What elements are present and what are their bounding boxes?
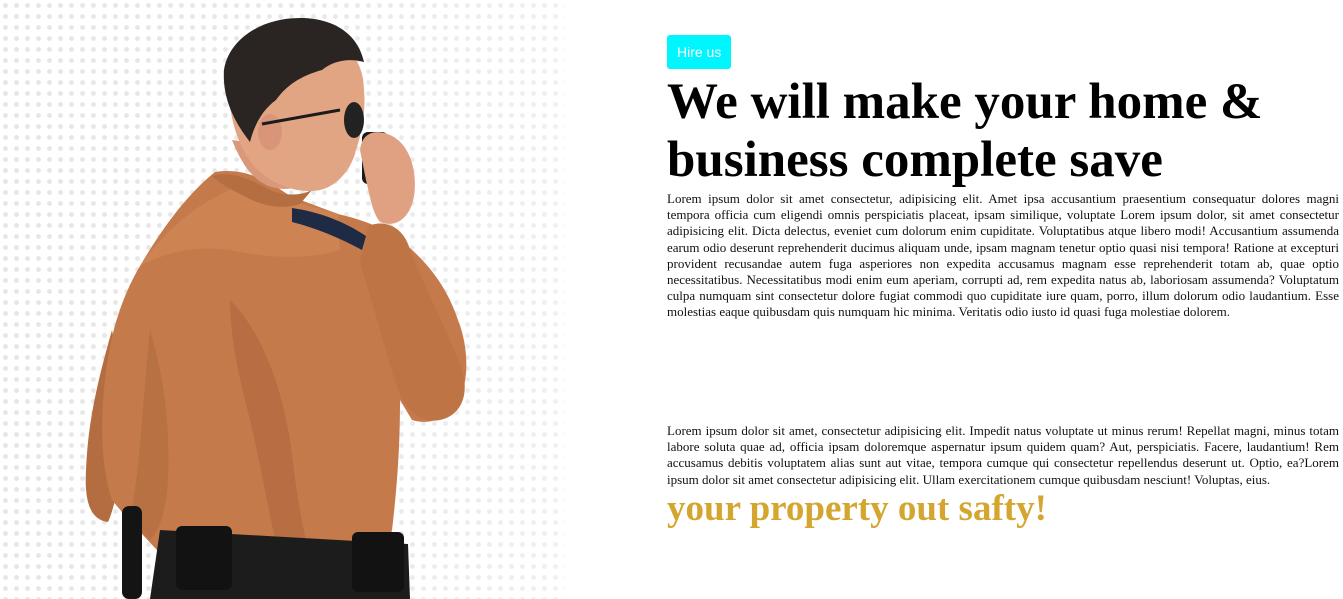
ear-shape [258, 114, 282, 150]
hero-section: Hire us We will make your home & busines… [0, 0, 1343, 599]
holster-icon [352, 532, 404, 592]
hero-content: Hire us We will make your home & busines… [667, 35, 1339, 321]
intro-paragraph: Lorem ipsum dolor sit amet consectetur, … [667, 191, 1339, 320]
security-guard-image [85, 18, 467, 599]
sunglasses-icon [344, 102, 364, 138]
tagline-heading: your property out safty! [667, 488, 1047, 529]
pouch-icon [176, 526, 232, 590]
hand-shape [360, 132, 415, 224]
page-title: We will make your home & business comple… [667, 74, 1263, 188]
baton-icon [122, 506, 142, 599]
secondary-paragraph: Lorem ipsum dolor sit amet, consectetur … [667, 423, 1339, 487]
hire-us-button[interactable]: Hire us [667, 35, 732, 69]
